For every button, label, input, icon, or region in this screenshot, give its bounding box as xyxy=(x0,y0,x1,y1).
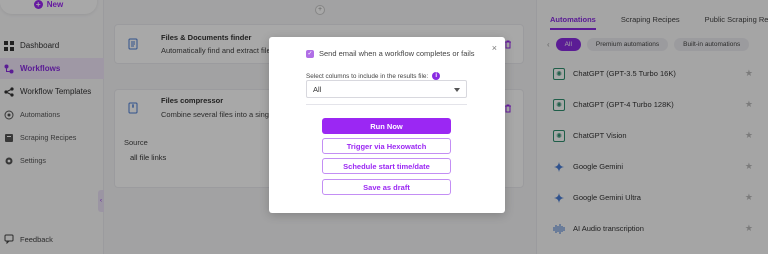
close-icon[interactable]: × xyxy=(492,43,497,53)
columns-label-text: Select columns to include in the results… xyxy=(306,72,429,80)
columns-select[interactable]: All xyxy=(306,80,467,98)
email-checkbox-label: Send email when a workflow completes or … xyxy=(319,49,475,58)
columns-select-value: All xyxy=(313,84,322,94)
info-icon[interactable]: i xyxy=(432,72,441,80)
divider xyxy=(306,104,467,105)
schedule-button[interactable]: Schedule start time/date xyxy=(322,158,451,174)
trigger-hexowatch-button[interactable]: Trigger via Hexowatch xyxy=(322,138,451,154)
run-now-button[interactable]: Run Now xyxy=(322,118,451,134)
save-draft-button[interactable]: Save as draft xyxy=(322,179,451,195)
columns-label: Select columns to include in the results… xyxy=(306,72,441,80)
email-notify-checkbox[interactable]: ✓ Send email when a workflow completes o… xyxy=(306,49,475,58)
run-workflow-modal: × ✓ Send email when a workflow completes… xyxy=(269,37,505,213)
chevron-down-icon xyxy=(454,85,460,94)
checkbox-checked-icon[interactable]: ✓ xyxy=(306,49,314,58)
